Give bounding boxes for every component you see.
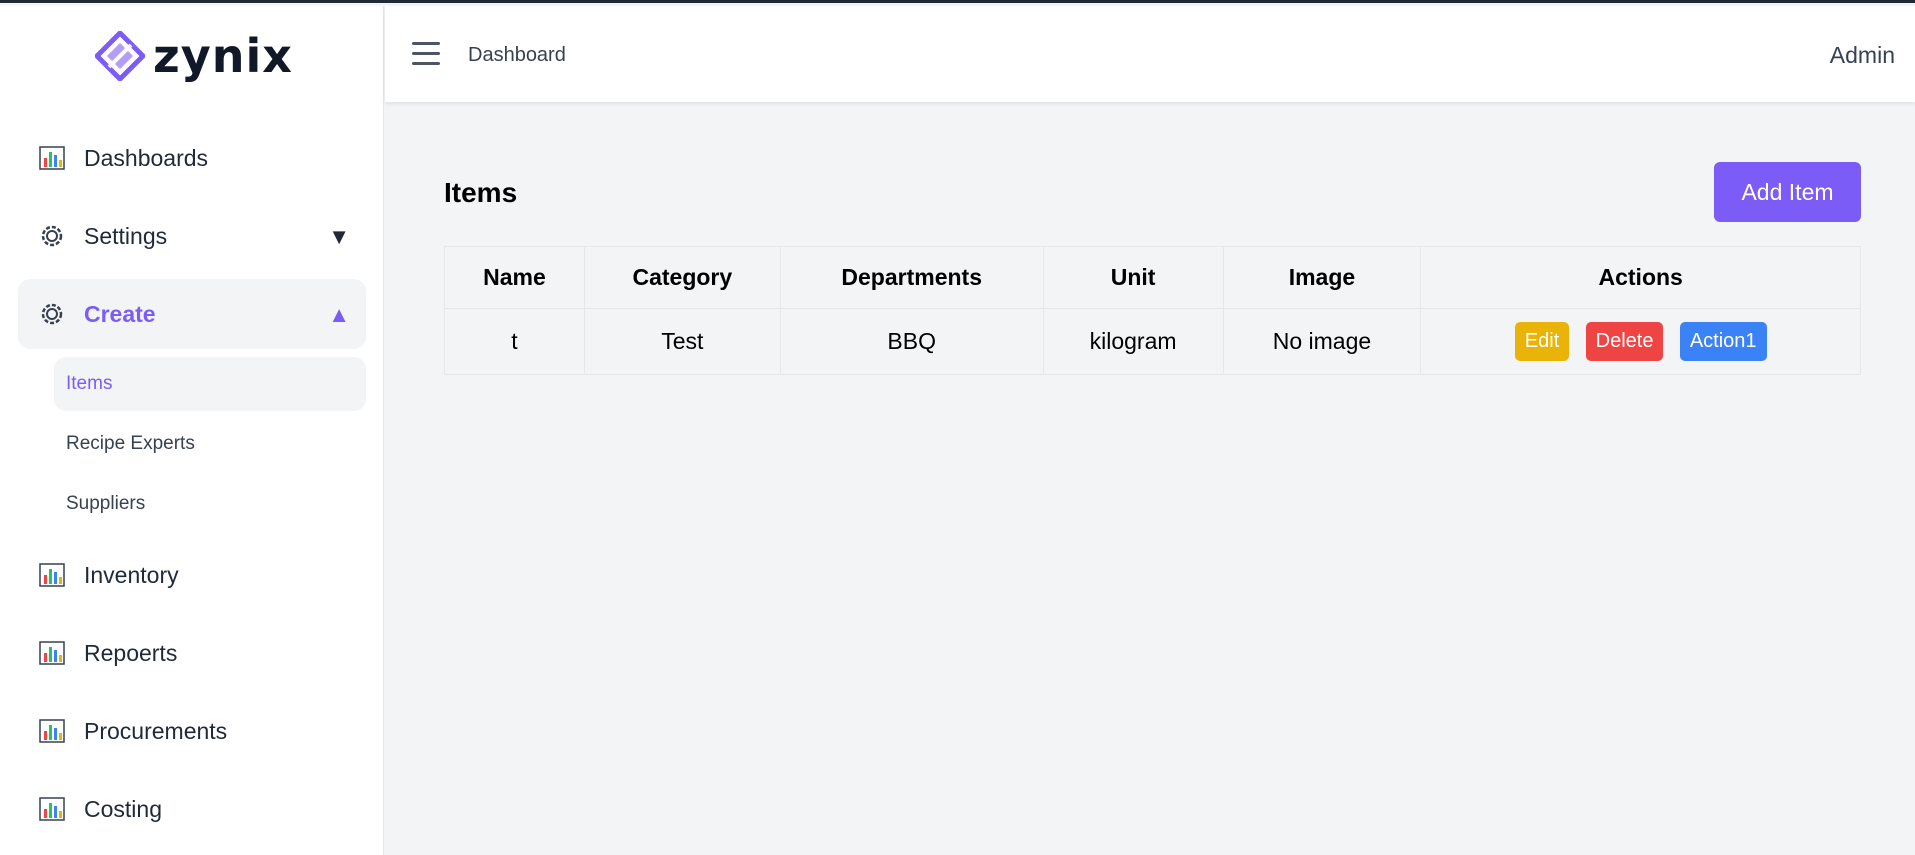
sidebar-item-label: Inventory: [84, 561, 179, 588]
logo-mark-icon: [95, 31, 145, 81]
logo[interactable]: zynix: [95, 28, 293, 84]
sidebar-item-settings[interactable]: Settings ▼: [18, 201, 366, 271]
sidebar-item-dashboards[interactable]: Dashboards: [18, 123, 366, 193]
sidebar-item-label: Repoerts: [84, 639, 178, 666]
column-header-departments: Departments: [779, 246, 1044, 309]
items-table: Name Category Departments Unit Image Act…: [444, 246, 1861, 375]
bar-chart-icon: [38, 561, 66, 589]
column-header-image: Image: [1222, 246, 1422, 309]
sidebar-item-inventory[interactable]: Inventory: [18, 540, 366, 610]
table-header-row: Name Category Departments Unit Image Act…: [444, 246, 1861, 309]
column-header-unit: Unit: [1042, 246, 1224, 309]
sidebar-item-label: Dashboards: [84, 144, 209, 171]
sidebar-item-procurements[interactable]: Procurements: [18, 696, 366, 766]
sidebar-item-label: Procurements: [84, 717, 228, 744]
cell-name: t: [444, 308, 585, 375]
gear-icon: [38, 300, 66, 328]
chevron-down-icon[interactable]: ▼: [328, 224, 350, 250]
sidebar-item-costing[interactable]: Costing: [18, 774, 366, 844]
top-header: Dashboard Admin: [385, 6, 1915, 102]
sidebar: zynix Dashboards Settings ▼ Create ▲ Ite…: [0, 6, 384, 855]
cell-actions: Edit Delete Action1: [1420, 308, 1861, 375]
user-menu[interactable]: Admin: [1830, 42, 1895, 69]
delete-button[interactable]: Delete: [1585, 322, 1664, 361]
bar-chart-icon: [38, 144, 66, 172]
column-header-actions: Actions: [1420, 246, 1861, 309]
column-header-name: Name: [444, 246, 585, 309]
sidebar-item-label: Settings: [84, 222, 168, 249]
bar-chart-icon: [38, 639, 66, 667]
bar-chart-icon: [38, 795, 66, 823]
subnav-item-items[interactable]: Items: [54, 357, 366, 411]
sidebar-item-create[interactable]: Create ▲: [18, 279, 366, 349]
logo-text: zynix: [153, 29, 293, 83]
chevron-up-icon[interactable]: ▲: [328, 302, 350, 328]
action1-button[interactable]: Action1: [1679, 322, 1767, 361]
menu-icon[interactable]: [412, 42, 440, 66]
cell-image: No image: [1222, 308, 1422, 375]
subnav-item-suppliers[interactable]: Suppliers: [54, 477, 366, 531]
breadcrumb[interactable]: Dashboard: [468, 44, 566, 67]
sidebar-item-label: Create: [84, 300, 156, 327]
cell-departments: BBQ: [779, 308, 1044, 375]
gear-icon: [38, 222, 66, 250]
cell-unit: kilogram: [1042, 308, 1224, 375]
cell-category: Test: [583, 308, 781, 375]
sidebar-item-label: Costing: [84, 795, 162, 822]
subnav-item-recipe-experts[interactable]: Recipe Experts: [54, 417, 366, 471]
edit-button[interactable]: Edit: [1514, 322, 1570, 361]
bar-chart-icon: [38, 717, 66, 745]
sidebar-item-repoerts[interactable]: Repoerts: [18, 618, 366, 688]
page-title: Items: [444, 177, 518, 208]
table-row: t Test BBQ kilogram No image Edit Delete…: [444, 308, 1861, 375]
column-header-category: Category: [583, 246, 781, 309]
add-item-button[interactable]: Add Item: [1714, 162, 1861, 222]
